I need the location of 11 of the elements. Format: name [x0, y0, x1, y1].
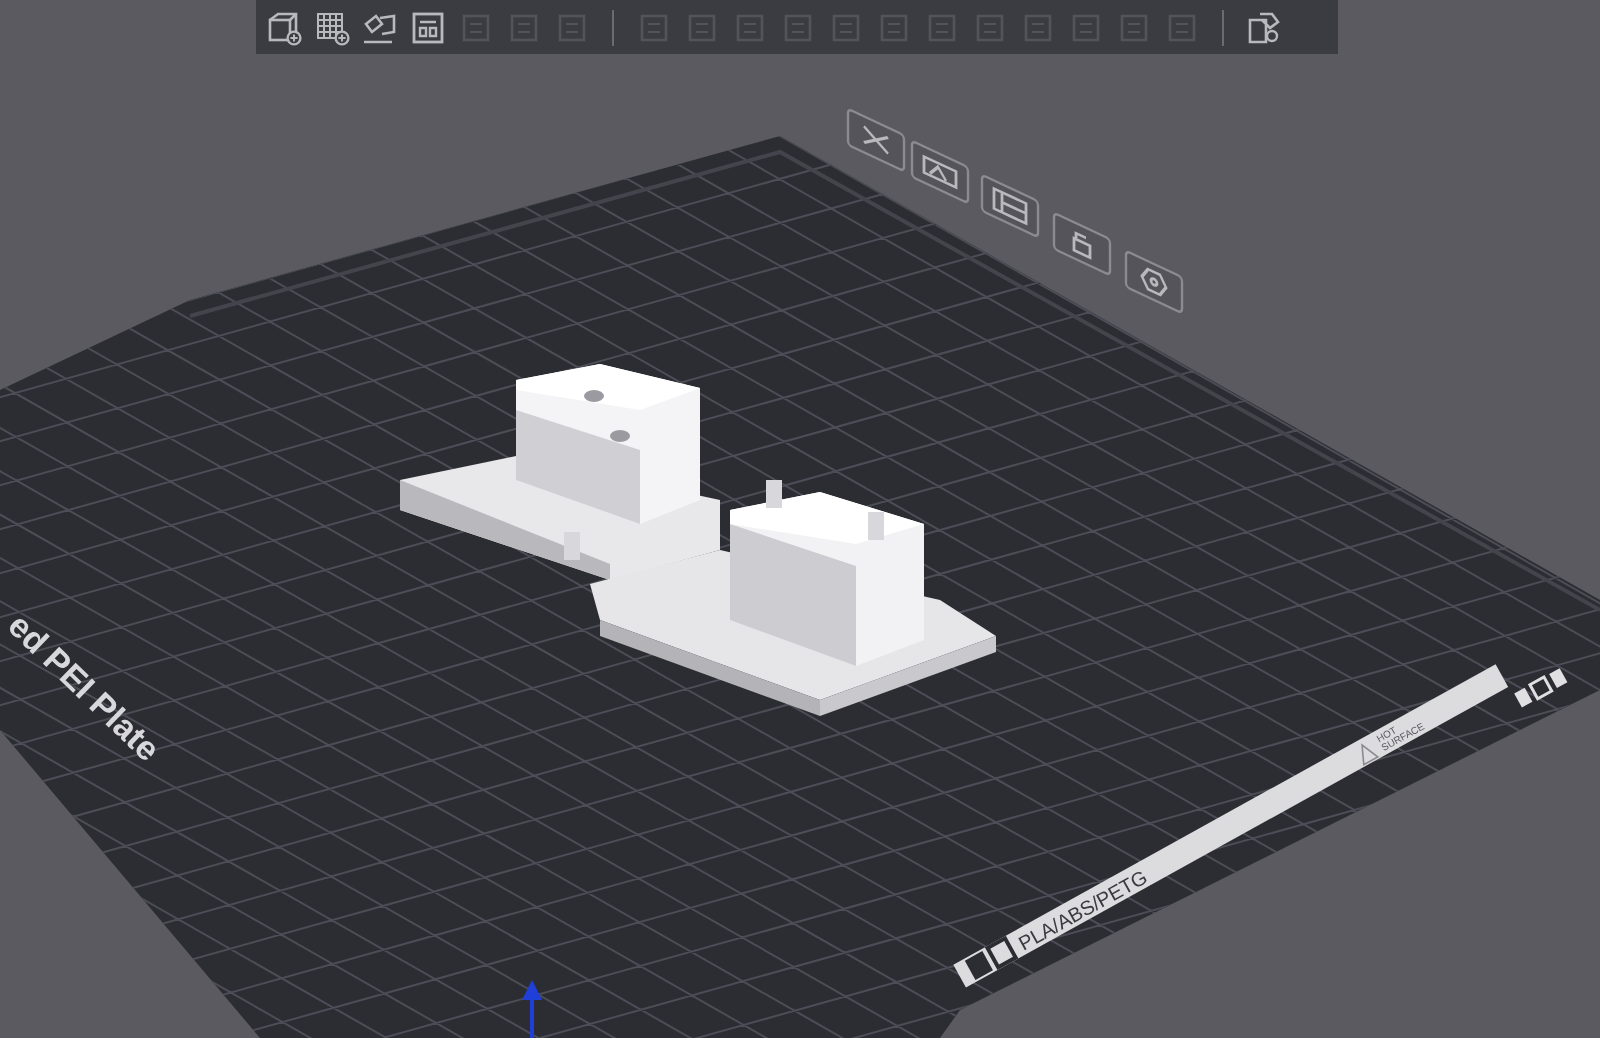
z-axis-arrow: [522, 980, 542, 1038]
add-grid-icon: [312, 7, 352, 47]
toolbar-button[interactable]: [264, 7, 304, 47]
plate-marks-icon: [1514, 668, 1568, 708]
plate-icon: [408, 7, 448, 47]
toolbar-button[interactable]: [312, 7, 352, 47]
warning-icon: [1361, 743, 1380, 766]
badge-icon: [964, 951, 993, 980]
toolbar-button[interactable]: [408, 7, 448, 47]
add-cube-icon: [264, 7, 304, 47]
badge-icon: [984, 935, 1019, 971]
